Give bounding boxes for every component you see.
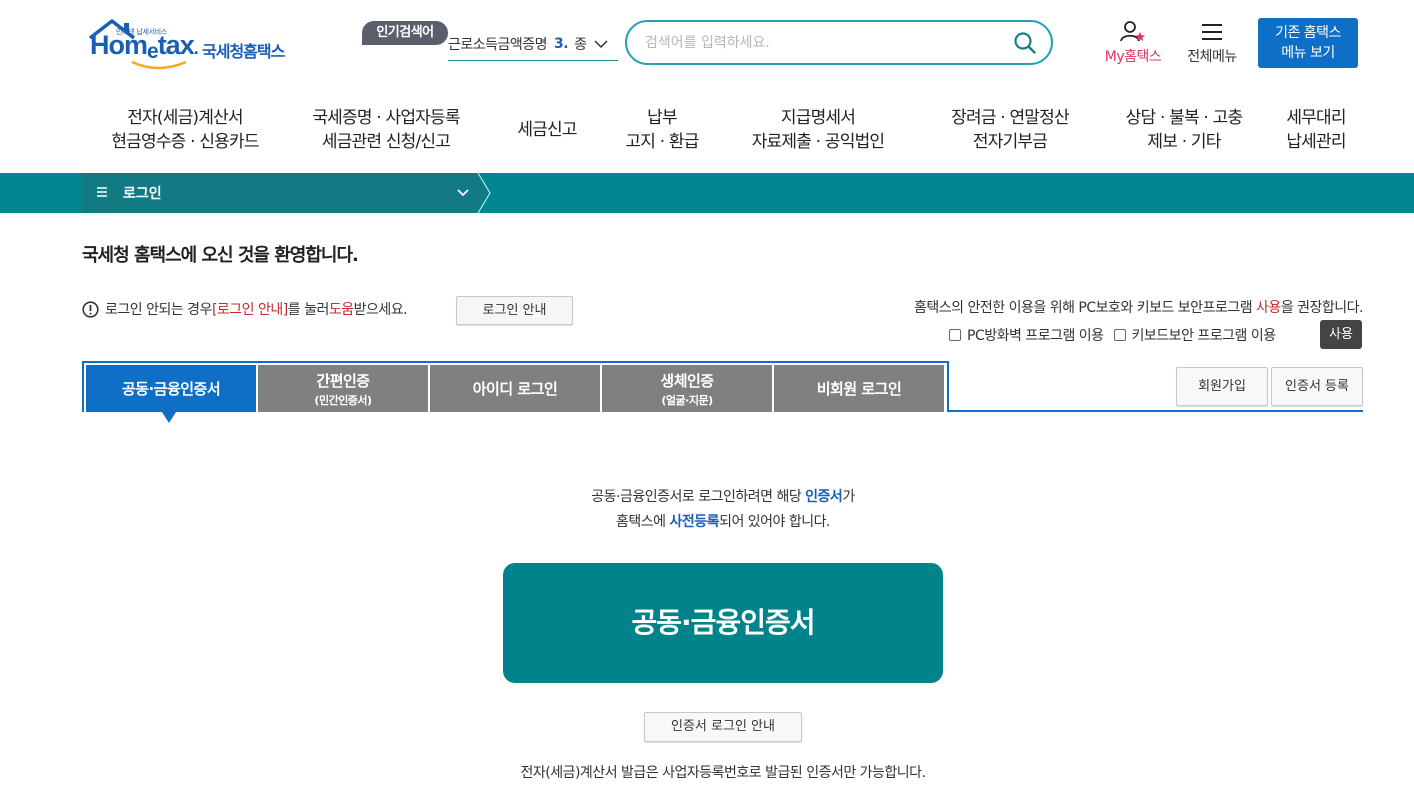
description-line2: 홈택스에 사전등록되어 있어야 합니다.	[0, 510, 1414, 535]
tab-joint-financial-certificate[interactable]: 공동·금융인증서	[86, 365, 256, 412]
notice-login-guide-link: [로그인 안내]	[211, 302, 288, 318]
gnb-line2: 세금관련 신청/신고	[321, 132, 451, 152]
firewall-checkbox-label[interactable]: PC방화벽 프로그램 이용	[967, 325, 1104, 345]
gnb-line1: 지급명세서	[780, 108, 856, 128]
search-icon[interactable]	[1013, 31, 1037, 55]
old-menu-line2: 메뉴 보기	[1281, 45, 1335, 61]
gnb-line1: 상담 · 불복 · 고충	[1125, 108, 1243, 128]
exclamation-circle-icon	[82, 300, 99, 318]
e-invoice-footnote: 전자(세금)계산서 발급은 사업자등록번호로 발급된 인증서만 가능합니다.	[520, 765, 926, 781]
tab-label: 비회원 로그인	[816, 380, 902, 398]
user-star-icon	[1120, 21, 1145, 42]
security-checkboxes: PC방화벽 프로그램 이용 키보드보안 프로그램 이용	[949, 323, 1286, 347]
tab-label: 생체인증	[660, 371, 714, 390]
desc2-suffix: 되어 있어야 합니다.	[719, 514, 830, 530]
my-hometax-link[interactable]: My홈택스	[1096, 20, 1170, 66]
join-button[interactable]: 회원가입	[1176, 367, 1268, 406]
certificate-register-button[interactable]: 인증서 등록	[1271, 367, 1363, 406]
notice-suffix: 받으세요.	[353, 302, 408, 318]
all-menu-button[interactable]: 전체메뉴	[1180, 20, 1244, 66]
breadcrumb-arrow-icon	[476, 173, 491, 213]
gnb-item-payment[interactable]: 납부고지 · 환급	[610, 100, 714, 160]
all-menu-label: 전체메뉴	[1187, 49, 1237, 65]
gnb-item-certificates[interactable]: 국세증명 · 사업자등록세금관련 신청/신고	[288, 100, 484, 160]
certificate-login-guide-button[interactable]: 인증서 로그인 안내	[644, 712, 802, 742]
gnb-line1: 세금신고	[517, 120, 577, 140]
tab-label: 공동·금융인증서	[121, 380, 221, 398]
my-hometax-label: My홈택스	[1104, 49, 1162, 65]
gnb-line1: 국세증명 · 사업자등록	[312, 108, 460, 128]
popular-search-next[interactable]: 종	[574, 34, 587, 54]
header: 인터넷 납세서비스 Hometax. 국세청홈택스 인기검색어 근로소득금액증명…	[0, 0, 1414, 90]
gnb-item-payment-statement[interactable]: 지급명세서자료제출 · 공익법인	[714, 100, 922, 160]
login-help-notice: 로그인 안되는 경우 [로그인 안내] 를 눌러 도움 받으세요.	[82, 297, 408, 321]
desc1-highlight: 인증서	[805, 489, 843, 505]
popular-search-rank: 3.	[554, 36, 569, 52]
search-input[interactable]	[645, 32, 1005, 54]
security-prefix: 홈택스의 안전한 이용을 위해 PC보호와 키보드 보안프로그램	[914, 300, 1257, 316]
certificate-login-button[interactable]: 공동·금융인증서	[503, 563, 943, 683]
gnb-line2: 고지 · 환급	[625, 132, 699, 152]
security-use-text: 사용	[1256, 300, 1281, 316]
welcome-heading: 국세청 홈택스에 오신 것을 환영합니다.	[82, 245, 359, 266]
logo-swoosh-icon	[131, 60, 187, 70]
security-suffix: 을 권장합니다.	[1280, 300, 1364, 316]
search-box	[625, 20, 1053, 65]
login-tabs: 공동·금융인증서 간편인증 (민간인증서) 아이디 로그인 생체인증 (얼굴·지…	[82, 361, 949, 412]
hometax-logo[interactable]: 인터넷 납세서비스 Hometax. 국세청홈택스	[86, 18, 300, 70]
security-recommendation: 홈택스의 안전한 이용을 위해 PC보호와 키보드 보안프로그램 사용을 권장합…	[914, 297, 1363, 317]
tab-biometric-auth[interactable]: 생체인증 (얼굴·지문)	[602, 365, 772, 412]
list-menu-icon	[97, 187, 107, 197]
location-title: 로그인	[123, 186, 162, 202]
old-menu-button[interactable]: 기존 홈택스 메뉴 보기	[1258, 18, 1358, 68]
popular-search-ticker[interactable]: 근로소득금액증명원 3. 종	[448, 28, 618, 61]
notice-mid: 를 눌러	[287, 302, 330, 318]
old-menu-line1: 기존 홈택스	[1275, 25, 1341, 41]
gnb-line1: 납부	[647, 108, 677, 128]
popular-search-term[interactable]: 근로소득금액증명원	[448, 34, 548, 54]
active-tab-pointer	[162, 412, 176, 423]
tab-id-login[interactable]: 아이디 로그인	[430, 365, 600, 412]
gnb-line1: 세무대리	[1286, 108, 1346, 128]
gnb-line1: 전자(세금)계산서	[127, 108, 243, 128]
gnb-line1: 장려금 · 연말정산	[951, 108, 1070, 128]
desc1-suffix: 가	[842, 489, 855, 505]
keyboard-security-checkbox[interactable]	[1113, 329, 1126, 341]
logo-wordmark: Hometax.	[90, 30, 199, 63]
desc2-highlight: 사전등록	[669, 514, 720, 530]
tab-label: 간편인증	[316, 371, 370, 390]
desc2-prefix: 홈택스에	[616, 514, 670, 530]
gnb-item-tax-return[interactable]: 세금신고	[484, 100, 610, 160]
notice-help: 도움	[328, 302, 354, 318]
gnb-item-tax-agent[interactable]: 세무대리납세관리	[1270, 100, 1362, 160]
chevron-down-icon[interactable]	[457, 188, 469, 197]
notice-prefix: 로그인 안되는 경우	[105, 302, 212, 318]
gnb-line2: 전자기부금	[972, 132, 1048, 152]
gnb-line2: 납세관리	[1286, 132, 1346, 152]
gnb-line2: 현금영수증 · 신용카드	[111, 132, 259, 152]
location-bar: 로그인	[0, 173, 1414, 213]
tab-sublabel: (민간인증서)	[314, 393, 372, 407]
gnb-item-e-invoice[interactable]: 전자(세금)계산서현금영수증 · 신용카드	[82, 100, 288, 160]
login-guide-button[interactable]: 로그인 안내	[456, 296, 573, 325]
tab-sublabel: (얼굴·지문)	[661, 393, 713, 407]
tab-label: 아이디 로그인	[472, 380, 558, 398]
logo-korean: 국세청홈택스	[202, 42, 285, 61]
chevron-down-icon[interactable]	[594, 39, 608, 49]
main-navigation: 전자(세금)계산서현금영수증 · 신용카드 국세증명 · 사업자등록세금관련 신…	[82, 100, 1362, 160]
hamburger-menu-icon	[1202, 24, 1222, 40]
gnb-line2: 자료제출 · 공익법인	[751, 132, 885, 152]
gnb-line2: 제보 · 기타	[1147, 132, 1221, 152]
certificate-description: 공동·금융인증서로 로그인하려면 해당 인증서가 홈택스에 사전등록되어 있어야…	[0, 485, 1414, 535]
firewall-checkbox[interactable]	[949, 329, 961, 341]
popular-search-badge: 인기검색어	[362, 21, 448, 45]
tab-guest-login[interactable]: 비회원 로그인	[774, 365, 944, 412]
use-security-button[interactable]: 사용	[1320, 320, 1362, 349]
tab-simple-auth[interactable]: 간편인증 (민간인증서)	[258, 365, 428, 412]
desc1-prefix: 공동·금융인증서로 로그인하려면 해당	[591, 489, 806, 505]
description-line1: 공동·금융인증서로 로그인하려면 해당 인증서가	[0, 485, 1414, 510]
keyboard-security-checkbox-label[interactable]: 키보드보안 프로그램 이용	[1132, 325, 1277, 345]
gnb-item-consultation[interactable]: 상담 · 불복 · 고충제보 · 기타	[1098, 100, 1270, 160]
gnb-item-incentive[interactable]: 장려금 · 연말정산전자기부금	[922, 100, 1098, 160]
